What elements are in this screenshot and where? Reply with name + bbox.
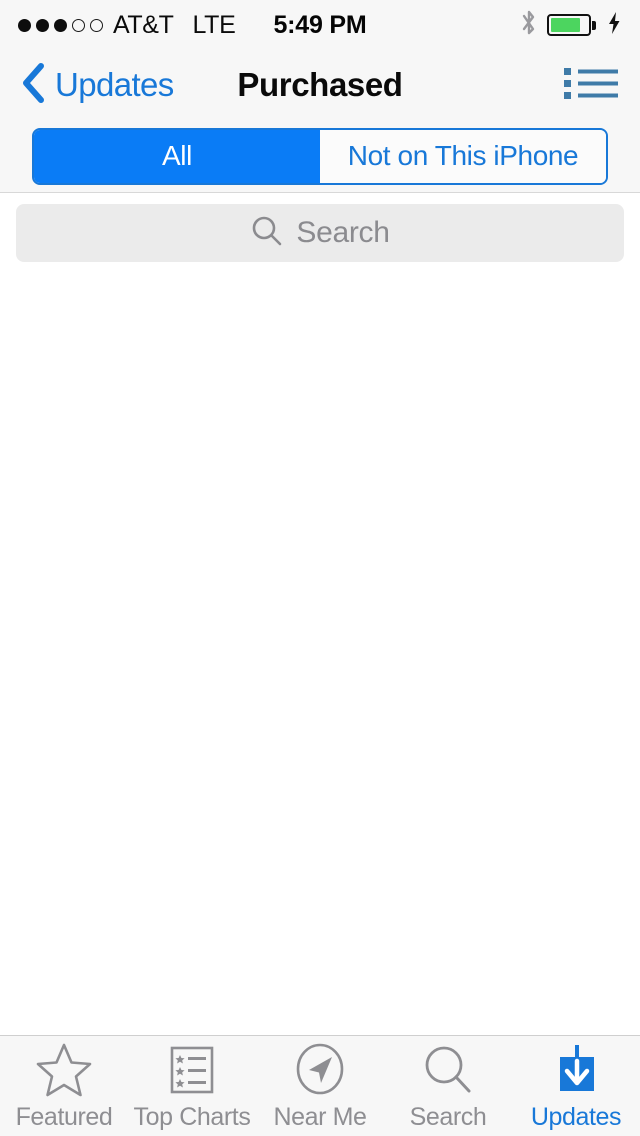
tab-search-label: Search bbox=[409, 1102, 487, 1131]
tab-bar: Featured Top Charts Near Me Search Updat… bbox=[0, 1035, 640, 1136]
status-bar: AT&T LTE 5:49 PM bbox=[0, 0, 640, 50]
status-bar-left: AT&T LTE bbox=[18, 11, 236, 40]
download-arrow-icon bbox=[547, 1044, 605, 1099]
navigation-bar: Updates Purchased bbox=[0, 50, 640, 120]
battery-fill bbox=[551, 18, 580, 32]
search-icon bbox=[250, 214, 284, 253]
tab-search[interactable]: Search bbox=[384, 1036, 512, 1136]
purchased-list bbox=[0, 273, 640, 1035]
top-charts-icon bbox=[164, 1046, 220, 1099]
tab-featured-label: Featured bbox=[15, 1102, 113, 1131]
charging-bolt-icon bbox=[607, 11, 622, 40]
segment-all-label: All bbox=[162, 140, 192, 171]
star-icon bbox=[33, 1043, 95, 1099]
tab-near-me[interactable]: Near Me bbox=[256, 1036, 384, 1136]
signal-dot-5 bbox=[90, 18, 103, 32]
back-button[interactable]: Updates bbox=[20, 62, 174, 109]
tab-top-charts-label: Top Charts bbox=[133, 1102, 251, 1131]
search-icon bbox=[419, 1046, 477, 1099]
tab-featured[interactable]: Featured bbox=[0, 1036, 128, 1136]
segment-not-on-this-iphone-label: Not on This iPhone bbox=[347, 140, 579, 171]
bluetooth-icon bbox=[519, 8, 539, 43]
purchased-filter-segmented-control[interactable]: All Not on This iPhone bbox=[32, 127, 608, 185]
search-input[interactable]: Search bbox=[16, 204, 624, 262]
battery-body bbox=[547, 14, 591, 36]
chevron-left-icon bbox=[20, 62, 46, 109]
signal-dot-3 bbox=[54, 18, 67, 32]
search-placeholder: Search bbox=[296, 216, 390, 249]
segment-not-on-this-iphone[interactable]: Not on This iPhone bbox=[320, 129, 606, 183]
tab-updates-label: Updates bbox=[530, 1102, 622, 1131]
bullet-list-button[interactable] bbox=[562, 61, 620, 110]
tab-top-charts[interactable]: Top Charts bbox=[128, 1036, 256, 1136]
signal-dot-2 bbox=[36, 18, 49, 32]
signal-dot-4 bbox=[72, 18, 85, 32]
signal-dot-1 bbox=[18, 18, 31, 32]
signal-strength-indicator bbox=[18, 18, 103, 32]
segmented-control-container: All Not on This iPhone bbox=[0, 120, 640, 193]
segment-all[interactable]: All bbox=[34, 129, 320, 183]
compass-arrow-icon bbox=[291, 1043, 349, 1099]
tab-near-me-label: Near Me bbox=[273, 1102, 367, 1131]
network-type-label: LTE bbox=[192, 10, 236, 39]
status-bar-right bbox=[519, 8, 622, 43]
battery-icon bbox=[547, 14, 596, 36]
search-bar-container: Search bbox=[0, 193, 640, 273]
carrier-label: AT&T bbox=[113, 10, 174, 39]
tab-updates[interactable]: Updates bbox=[512, 1036, 640, 1136]
app-store-purchased-screen: AT&T LTE 5:49 PM Updates Purchased All N… bbox=[0, 0, 640, 1136]
battery-nub bbox=[592, 20, 596, 30]
back-button-label: Updates bbox=[55, 66, 174, 103]
bullet-list-icon bbox=[562, 61, 620, 110]
